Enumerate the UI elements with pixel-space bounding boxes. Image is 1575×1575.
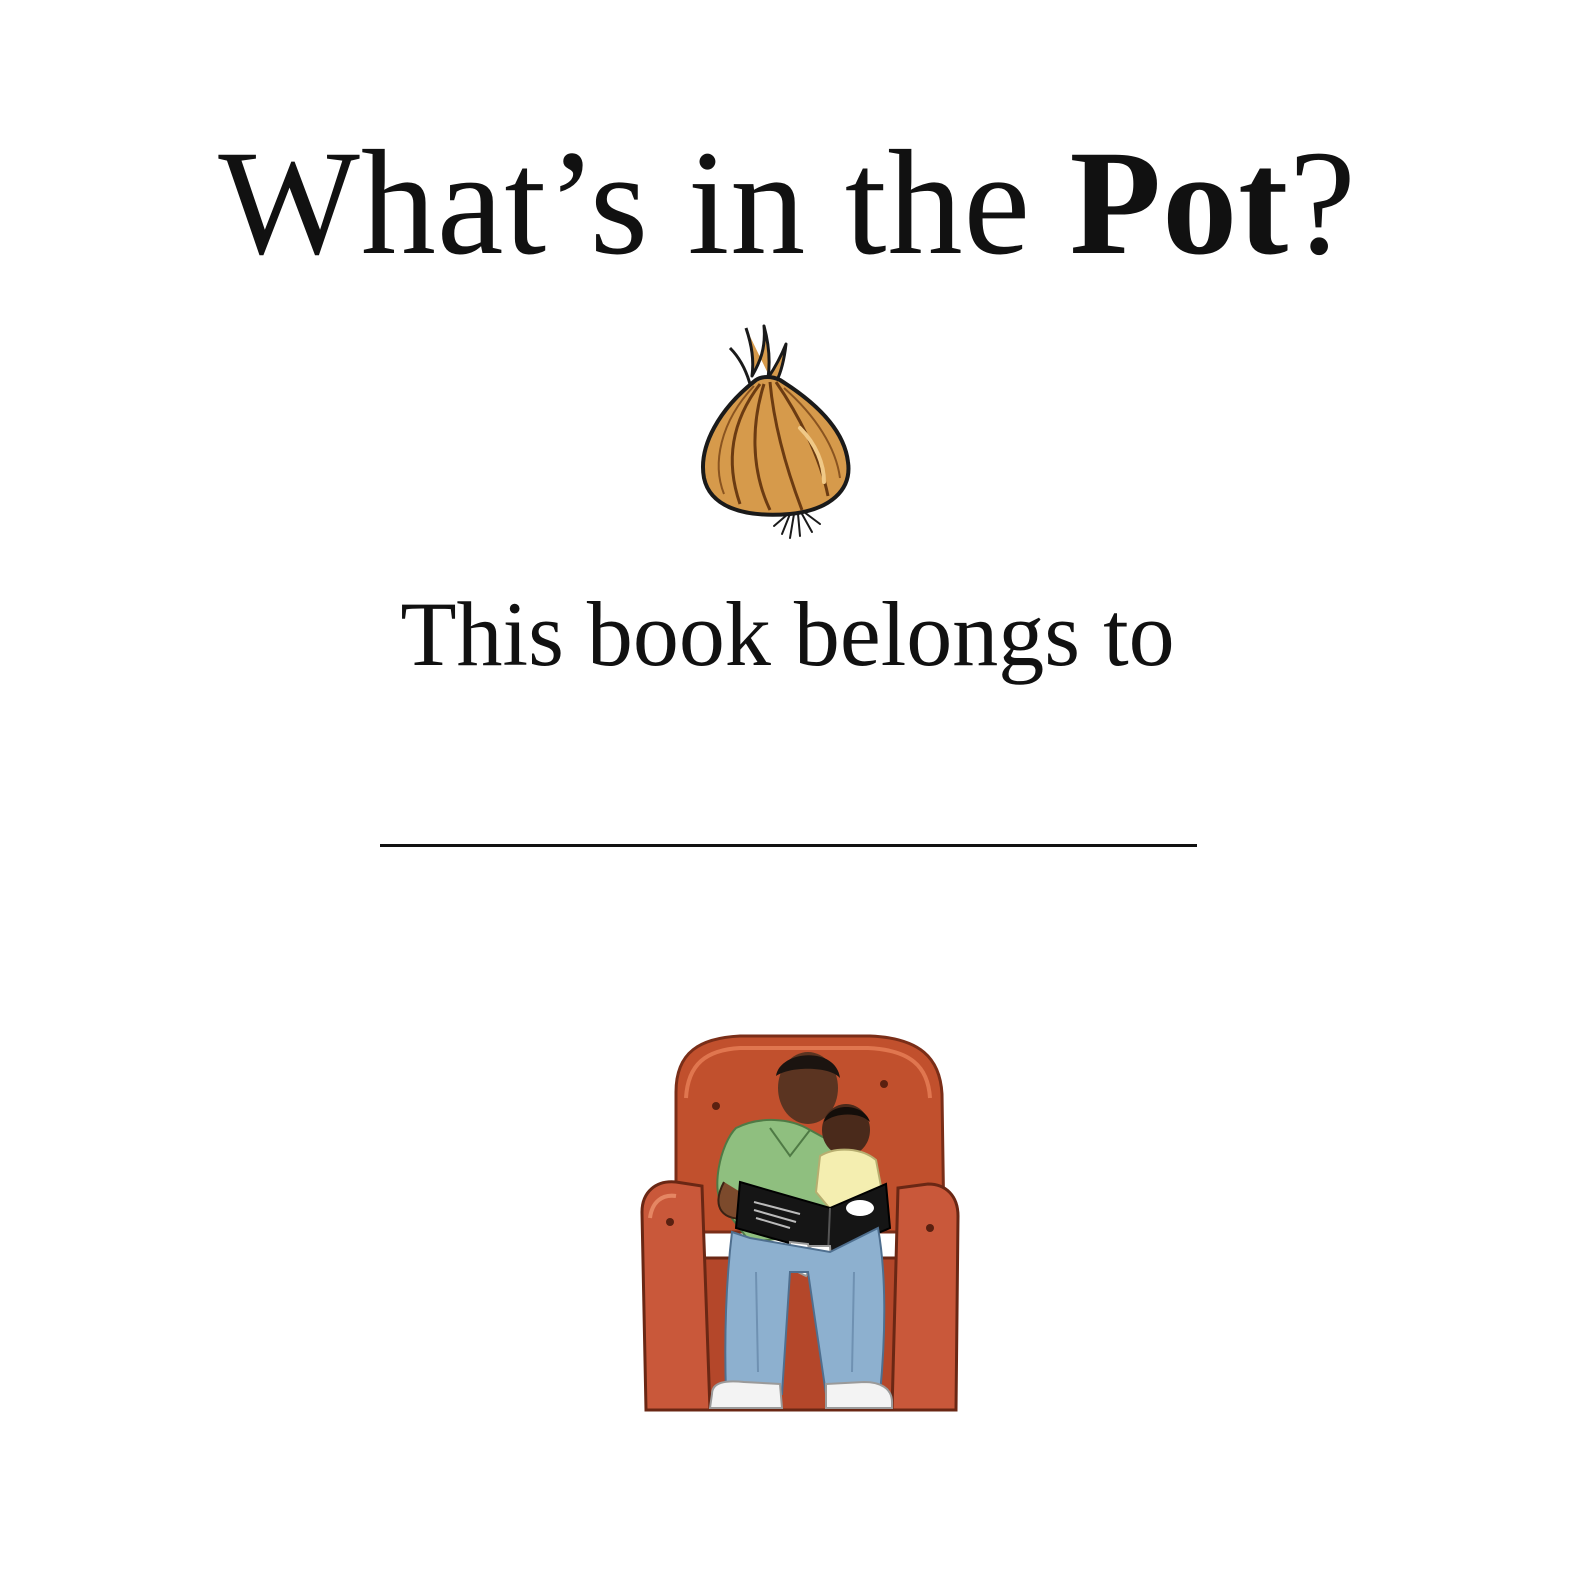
- belongs-to-label: This book belongs to: [400, 583, 1175, 685]
- title-part-3: ?: [1289, 120, 1357, 286]
- father-child-reading-illustration: [640, 1034, 960, 1412]
- title-part-1: What’s in the: [218, 120, 1070, 286]
- owner-name-line: [380, 844, 1197, 847]
- onion-illustration: [701, 324, 851, 539]
- book-title: What’s in the Pot?: [0, 118, 1575, 288]
- title-pot-bold: Pot: [1069, 120, 1290, 286]
